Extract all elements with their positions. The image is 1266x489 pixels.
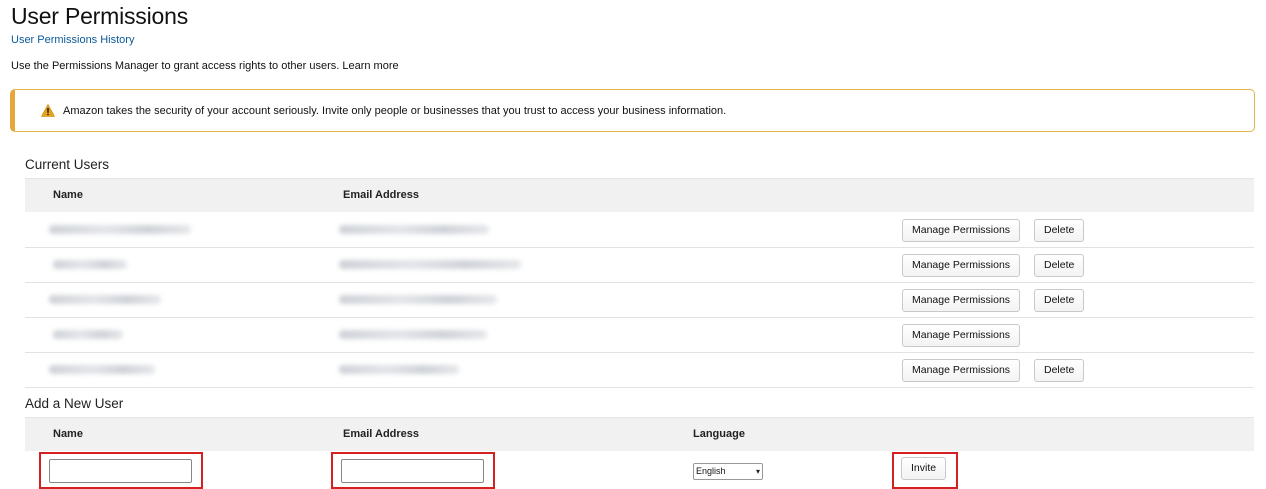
current-users-header: Name Email Address <box>25 178 1254 212</box>
user-row: Manage Permissions Delete <box>25 248 1254 283</box>
current-users-title: Current Users <box>25 157 110 172</box>
manage-permissions-button[interactable]: Manage Permissions <box>902 219 1021 242</box>
add-user-header: Name Email Address Language <box>25 417 1254 451</box>
user-email-redacted <box>339 330 487 339</box>
email-input[interactable] <box>341 459 484 483</box>
language-selected-value: English <box>696 466 726 476</box>
delete-button[interactable]: Delete <box>1034 219 1085 242</box>
user-row: Manage Permissions Delete <box>25 213 1254 248</box>
manage-permissions-button[interactable]: Manage Permissions <box>902 254 1021 277</box>
user-name-redacted <box>53 260 127 269</box>
security-alert: Amazon takes the security of your accoun… <box>10 89 1255 132</box>
delete-button[interactable]: Delete <box>1034 254 1085 277</box>
language-select[interactable]: English ▾ <box>693 463 763 480</box>
user-row: Manage Permissions Delete <box>25 353 1254 388</box>
invite-button[interactable]: Invite <box>901 457 947 480</box>
user-email-redacted <box>339 225 489 234</box>
col-email: Email Address <box>343 189 420 201</box>
col-language: Language <box>693 428 745 440</box>
manage-permissions-button[interactable]: Manage Permissions <box>902 359 1021 382</box>
user-row: Manage Permissions <box>25 318 1254 353</box>
user-email-redacted <box>339 260 521 269</box>
manage-permissions-button[interactable]: Manage Permissions <box>902 289 1021 312</box>
warning-icon <box>41 104 55 117</box>
user-permissions-history-link[interactable]: User Permissions History <box>11 34 134 46</box>
user-email-redacted <box>339 295 497 304</box>
user-name-redacted <box>53 330 123 339</box>
chevron-down-icon: ▾ <box>755 467 760 476</box>
user-row: Manage Permissions Delete <box>25 283 1254 318</box>
col-email: Email Address <box>343 428 420 440</box>
user-name-redacted <box>49 225 191 234</box>
add-new-user-title: Add a New User <box>25 396 124 411</box>
delete-button[interactable]: Delete <box>1034 359 1085 382</box>
name-input[interactable] <box>49 459 192 483</box>
user-name-redacted <box>49 295 161 304</box>
col-name: Name <box>53 428 83 440</box>
page-title: User Permissions <box>11 3 189 29</box>
delete-button[interactable]: Delete <box>1034 289 1085 312</box>
user-name-redacted <box>49 365 155 374</box>
manage-permissions-button[interactable]: Manage Permissions <box>902 324 1021 347</box>
user-email-redacted <box>339 365 459 374</box>
col-name: Name <box>53 189 83 201</box>
intro-text: Use the Permissions Manager to grant acc… <box>11 60 399 72</box>
new-user-row: English ▾ Invite <box>25 452 1254 489</box>
alert-text: Amazon takes the security of your accoun… <box>63 104 727 117</box>
